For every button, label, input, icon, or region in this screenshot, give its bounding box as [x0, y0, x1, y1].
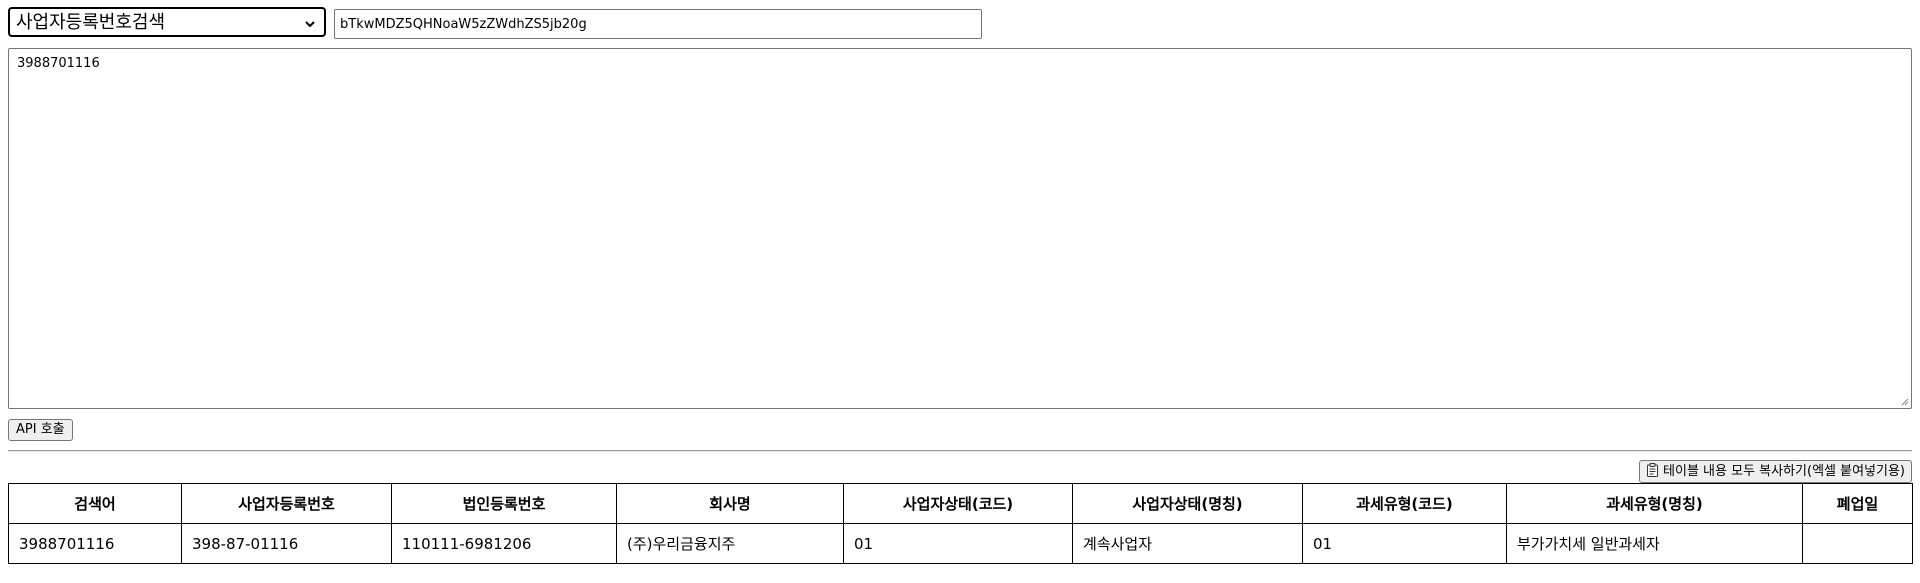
search-controls: 사업자등록번호검색 [8, 7, 1008, 39]
page: 사업자등록번호검색 3988701116 API 호출 테이블 내용 모두 복사… [0, 0, 1920, 583]
api-call-button[interactable]: API 호출 [8, 419, 73, 441]
column-header-tax-type-code: 과세유형(코드) [1302, 483, 1507, 524]
cell-search-term: 3988701116 [8, 523, 182, 564]
cell-status-code: 01 [843, 523, 1073, 564]
search-mode-select[interactable]: 사업자등록번호검색 [8, 7, 326, 37]
copy-table-label: 테이블 내용 모두 복사하기(엑셀 붙여넣기용) [1663, 464, 1905, 479]
column-header-company-name: 회사명 [616, 483, 844, 524]
cell-company-name: (주)우리금융지주 [616, 523, 844, 564]
chevron-down-icon [305, 21, 315, 28]
api-key-input[interactable] [334, 9, 982, 39]
column-header-corporate-number: 법인등록번호 [391, 483, 617, 524]
query-textarea[interactable]: 3988701116 [8, 48, 1912, 409]
cell-tax-type-code: 01 [1302, 523, 1507, 564]
resize-grip-icon[interactable] [1899, 396, 1909, 406]
search-mode-selected-value: 사업자등록번호검색 [16, 12, 166, 33]
column-header-business-number: 사업자등록번호 [181, 483, 392, 524]
cell-tax-type-name: 부가가치세 일반과세자 [1506, 523, 1803, 564]
clipboard-icon [1647, 463, 1659, 477]
column-header-tax-type-name: 과세유형(명칭) [1506, 483, 1803, 524]
table-row: 3988701116 398-87-01116 110111-6981206 (… [8, 523, 1913, 564]
column-header-closure-date: 폐업일 [1802, 483, 1913, 524]
cell-corporate-number: 110111-6981206 [391, 523, 617, 564]
column-header-search-term: 검색어 [8, 483, 182, 524]
result-table: 검색어 사업자등록번호 법인등록번호 회사명 사업자상태(코드) 사업자상태(명… [8, 483, 1913, 564]
table-header-row: 검색어 사업자등록번호 법인등록번호 회사명 사업자상태(코드) 사업자상태(명… [8, 483, 1913, 524]
copy-table-button[interactable]: 테이블 내용 모두 복사하기(엑셀 붙여넣기용) [1639, 460, 1912, 483]
cell-business-number: 398-87-01116 [181, 523, 392, 564]
divider [8, 450, 1912, 452]
cell-closure-date [1802, 523, 1913, 564]
column-header-status-name: 사업자상태(명칭) [1072, 483, 1303, 524]
cell-status-name: 계속사업자 [1072, 523, 1303, 564]
column-header-status-code: 사업자상태(코드) [843, 483, 1073, 524]
